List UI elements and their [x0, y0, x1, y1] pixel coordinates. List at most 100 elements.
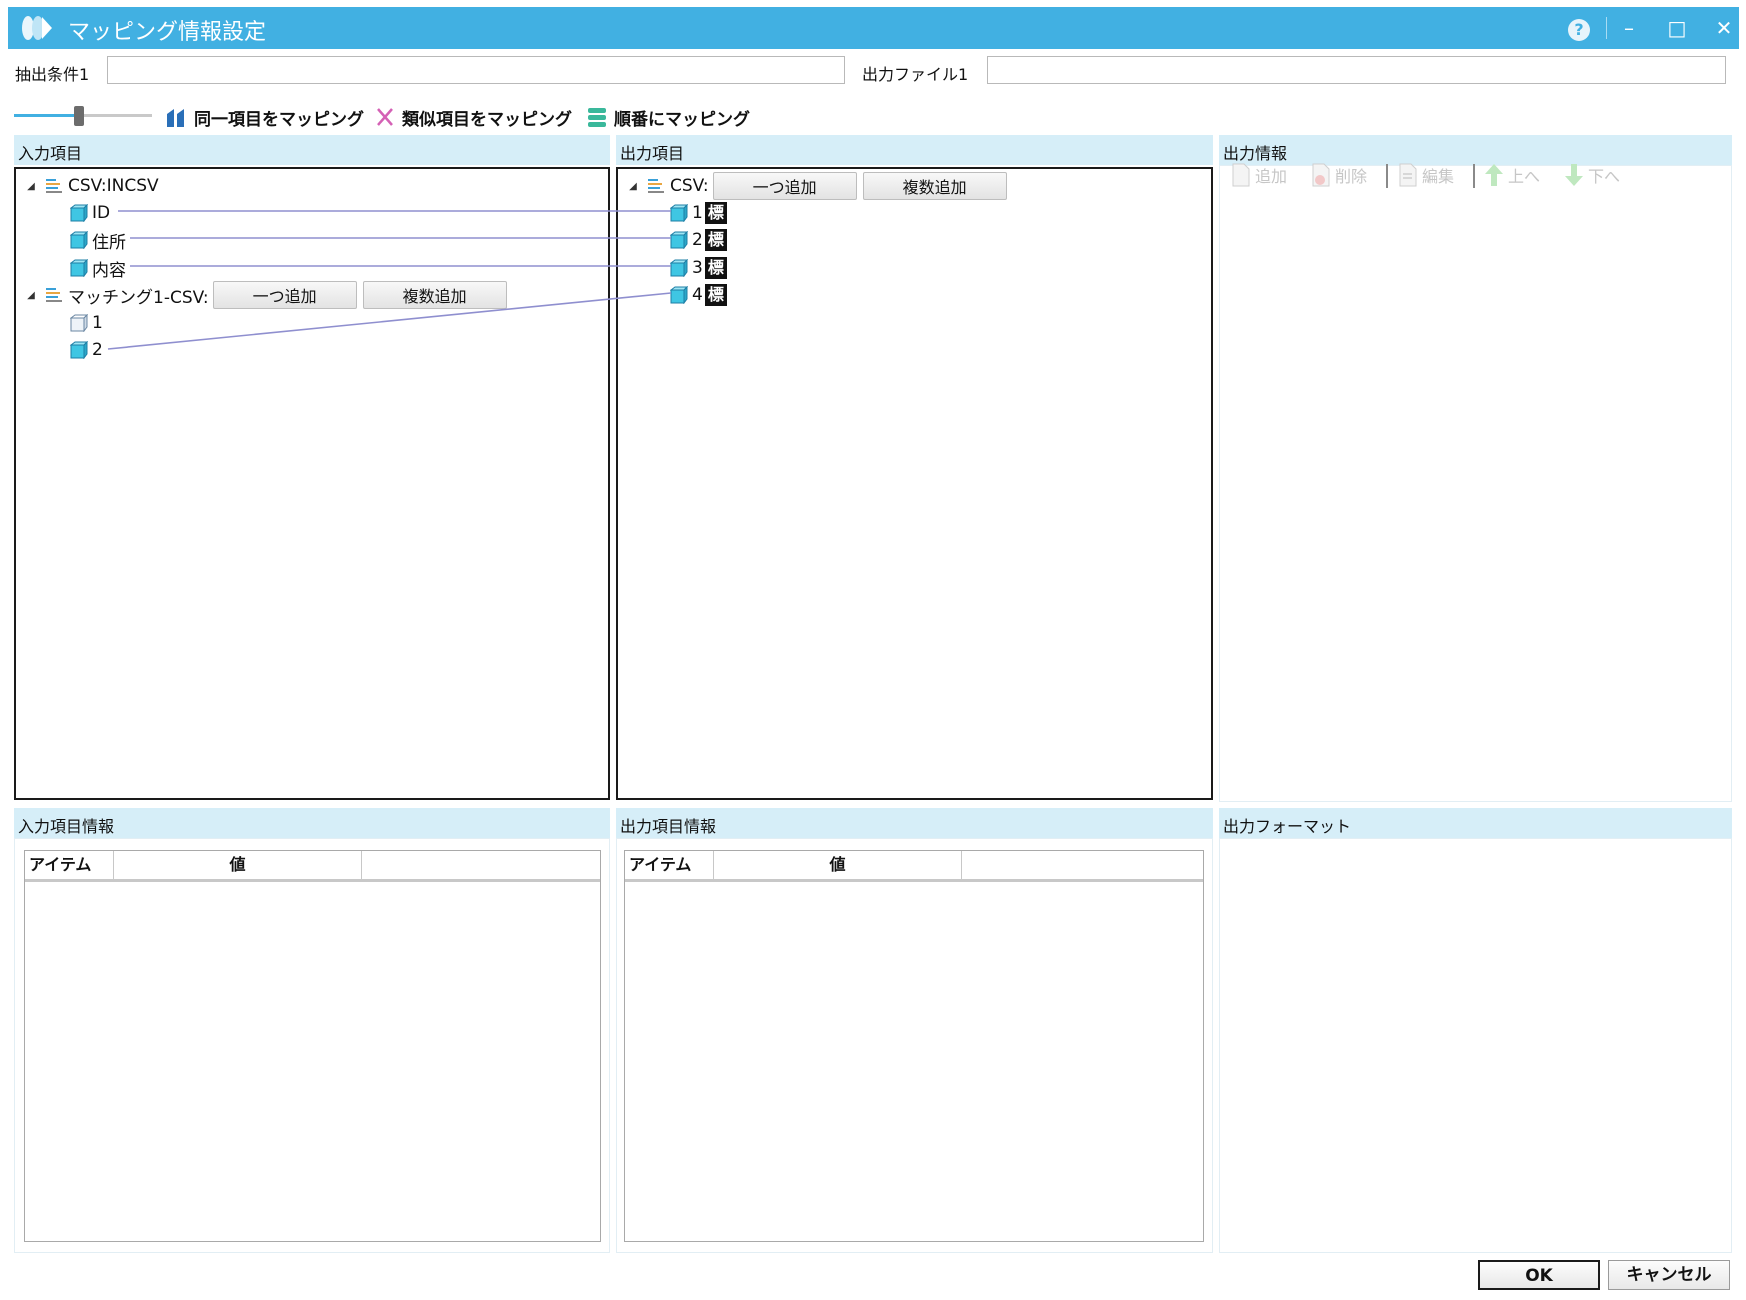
output-group-csv[interactable]: ◢ CSV: 一つ追加 複数追加 [626, 172, 1007, 200]
collapse-arrow-icon[interactable]: ◢ [626, 181, 640, 192]
delete-label: 削除 [1335, 167, 1368, 186]
field-cube-icon [70, 231, 88, 249]
standard-tag-icon: 標 [704, 229, 727, 251]
input-item-id[interactable]: ID [70, 199, 110, 227]
input-items-header: 入力項目 [14, 135, 610, 165]
output-group-label: CSV: [670, 176, 709, 196]
input-item-2[interactable]: 2 [70, 336, 103, 364]
output-info-panel [1219, 165, 1732, 802]
output-item-4[interactable]: 4 標 [670, 281, 727, 309]
move-down-button[interactable]: 下へ [1564, 162, 1620, 188]
output-format-panel[interactable] [1219, 838, 1732, 1253]
map-similar-icon [377, 108, 393, 126]
map-same-label: 同一項目をマッピング [194, 109, 364, 130]
edit-document-icon [1399, 163, 1417, 187]
add-label: 追加 [1255, 167, 1288, 186]
column-header-value[interactable]: 値 [714, 851, 962, 879]
output-items-tree[interactable]: ◢ CSV: 一つ追加 複数追加 1 標 2 標 3 標 4 標 [616, 167, 1213, 800]
map-order-icon [588, 108, 606, 127]
map-similar-items-button[interactable]: 類似項目をマッピング [374, 103, 572, 131]
field-cube-empty-icon [70, 314, 88, 332]
output-file-label: 出力ファイル1 [862, 65, 969, 84]
output-item-label: 4 [692, 285, 703, 305]
output-item-1[interactable]: 1 標 [670, 199, 727, 227]
ok-button[interactable]: OK [1478, 1260, 1600, 1290]
help-icon[interactable]: ? [1562, 11, 1596, 45]
csv-file-icon [46, 288, 62, 302]
output-item-label: 3 [692, 258, 703, 278]
add-document-icon [1232, 163, 1250, 187]
field-cube-icon [670, 286, 688, 304]
tree-group-label: CSV:INCSV [68, 176, 159, 196]
csv-file-icon [46, 179, 62, 193]
output-file-input[interactable] [987, 56, 1726, 84]
field-cube-icon [70, 259, 88, 277]
arrow-up-icon [1485, 164, 1503, 186]
input-item-address[interactable]: 住所 [70, 226, 126, 254]
field-cube-icon [670, 204, 688, 222]
tree-group-incsv[interactable]: ◢ CSV:INCSV [24, 172, 159, 200]
maximize-button[interactable]: □ [1660, 11, 1694, 45]
output-item-label: 1 [692, 203, 703, 223]
column-header-item[interactable]: アイテム [25, 851, 114, 879]
collapse-arrow-icon[interactable]: ◢ [24, 181, 38, 192]
add-multiple-button[interactable]: 複数追加 [862, 172, 1007, 200]
column-header-item[interactable]: アイテム [625, 851, 714, 879]
field-cube-icon [70, 204, 88, 222]
arrow-down-icon [1565, 164, 1583, 186]
output-item-label: 2 [692, 230, 703, 250]
input-item-1[interactable]: 1 [70, 309, 103, 337]
extract-condition-input[interactable] [107, 56, 845, 84]
add-one-button[interactable]: 一つ追加 [712, 172, 857, 200]
map-same-items-button[interactable]: 同一項目をマッピング [164, 103, 364, 131]
toolbar-separator [1386, 164, 1388, 188]
minimize-button[interactable]: – [1612, 11, 1646, 45]
output-item-3[interactable]: 3 標 [670, 254, 727, 282]
close-button[interactable]: ✕ [1707, 11, 1741, 45]
field-cube-icon [670, 231, 688, 249]
cancel-button[interactable]: キャンセル [1608, 1260, 1730, 1290]
zoom-slider-thumb[interactable] [74, 106, 84, 126]
tree-group-matching[interactable]: ◢ マッチング1-CSV: 一つ追加 複数追加 [24, 281, 507, 309]
collapse-arrow-icon[interactable]: ◢ [24, 290, 38, 301]
map-order-label: 順番にマッピング [614, 109, 750, 130]
window-title: マッピング情報設定 [68, 20, 267, 45]
title-bar[interactable]: マッピング情報設定 ? – □ ✕ [8, 7, 1739, 49]
output-info-edit-button[interactable]: 編集 [1398, 162, 1454, 188]
input-item-label: ID [92, 203, 111, 223]
help-glyph: ? [1568, 19, 1590, 41]
toolbar-separator [1473, 164, 1475, 188]
input-item-info-grid[interactable]: アイテム 値 [24, 850, 601, 1242]
output-format-header: 出力フォーマット [1219, 808, 1732, 838]
map-same-icon [167, 109, 184, 127]
map-in-order-button[interactable]: 順番にマッピング [586, 103, 750, 131]
zoom-slider-fill [14, 114, 78, 117]
move-down-label: 下へ [1588, 167, 1621, 186]
output-items-header: 出力項目 [616, 135, 1213, 165]
standard-tag-icon: 標 [704, 257, 727, 279]
column-header-extra[interactable] [362, 851, 600, 879]
move-up-label: 上へ [1508, 167, 1541, 186]
extract-condition-label: 抽出条件1 [15, 65, 90, 84]
input-item-label: 1 [92, 313, 103, 333]
titlebar-divider [1606, 17, 1607, 39]
grid-header-row: アイテム 値 [25, 851, 600, 882]
input-item-content[interactable]: 内容 [70, 254, 126, 282]
column-header-extra[interactable] [962, 851, 1203, 879]
standard-tag-icon: 標 [704, 284, 727, 306]
map-similar-label: 類似項目をマッピング [402, 109, 572, 130]
move-up-button[interactable]: 上へ [1484, 162, 1540, 188]
output-item-info-grid[interactable]: アイテム 値 [624, 850, 1204, 1242]
column-header-value[interactable]: 値 [114, 851, 362, 879]
input-items-tree[interactable]: ◢ CSV:INCSV ID 住所 内容 ◢ マッチング1-CSV: 一つ追加 … [14, 167, 610, 800]
add-multiple-button[interactable]: 複数追加 [362, 281, 507, 309]
add-one-button[interactable]: 一つ追加 [212, 281, 357, 309]
output-info-add-button[interactable]: 追加 [1231, 162, 1287, 188]
output-info-header: 出力情報 [1219, 135, 1732, 165]
field-cube-icon [70, 341, 88, 359]
grid-header-row: アイテム 値 [625, 851, 1203, 882]
input-item-info-header: 入力項目情報 [14, 808, 610, 838]
output-item-2[interactable]: 2 標 [670, 226, 727, 254]
output-info-delete-button[interactable]: 削除 [1311, 162, 1367, 188]
app-logo-icon [22, 16, 52, 40]
